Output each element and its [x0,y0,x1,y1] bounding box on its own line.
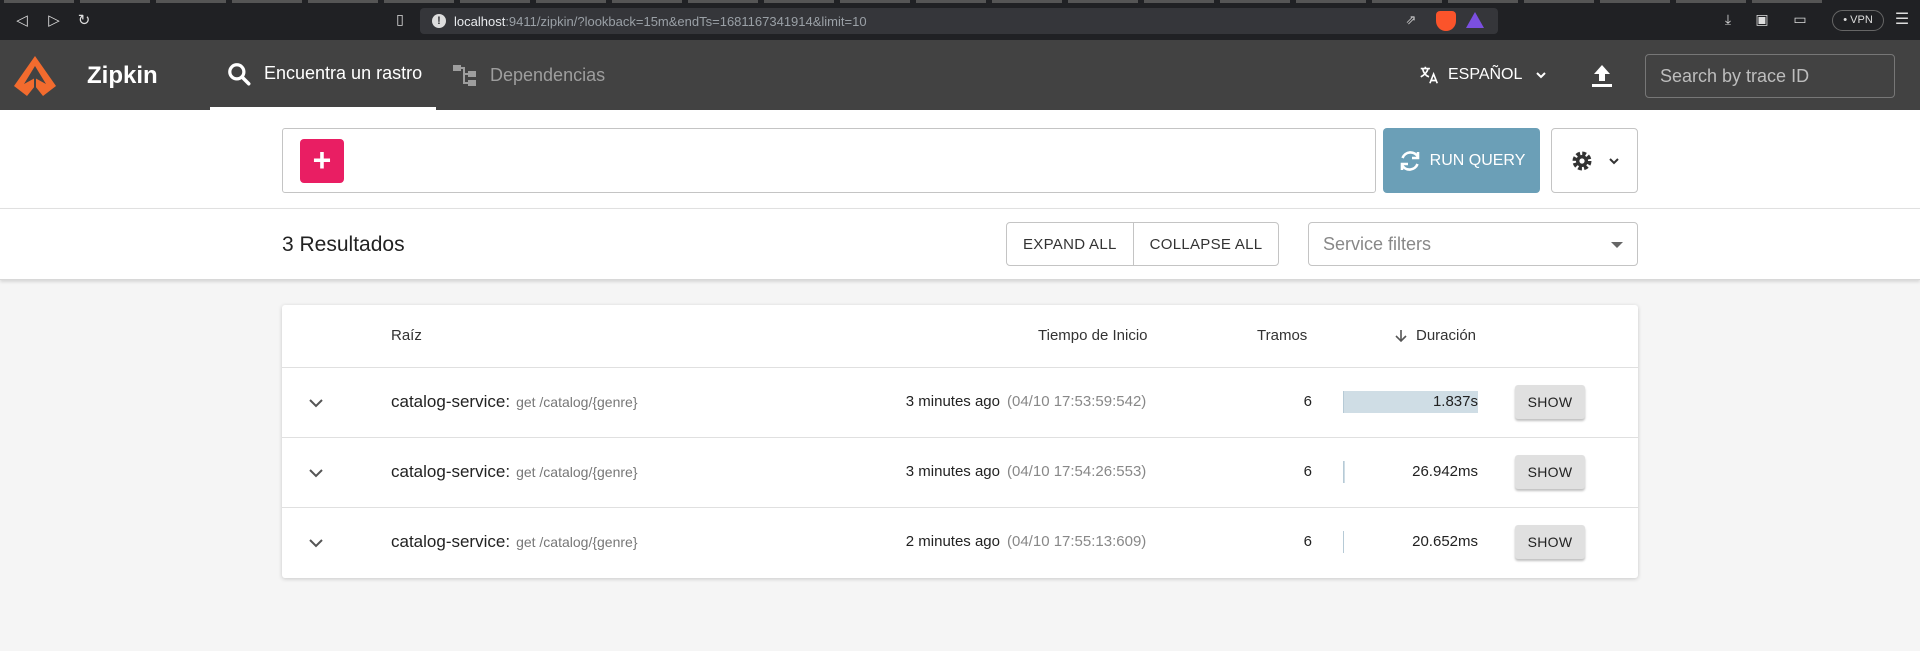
tab-find-trace-label: Encuentra un rastro [264,63,423,83]
share-icon[interactable]: ⇗ [1402,12,1420,30]
table-row[interactable]: catalog-service: get /catalog/{genre} 3 m… [282,437,1638,507]
settings-button[interactable] [1551,128,1638,193]
back-icon[interactable]: ◁ [12,10,32,30]
show-trace-button[interactable]: SHOW [1515,525,1585,559]
column-header-duration[interactable]: Duración [1394,327,1476,344]
tab-dependencies-label: Dependencias [490,64,606,85]
refresh-icon [1400,150,1419,171]
url-text[interactable]: localhost:9411/zipkin/?lookback=15m&endT… [454,14,867,29]
span-count: 6 [1303,463,1312,480]
service-name: catalog-service: [391,392,511,411]
start-time-absolute: (04/10 17:54:26:553) [1007,463,1147,480]
duration-value: 26.942ms [1412,463,1478,480]
table-row[interactable]: catalog-service: get /catalog/{genre} 2 m… [282,507,1638,577]
upload-icon[interactable] [1588,62,1616,90]
browser-menu-icon[interactable]: ☰ [1892,10,1912,30]
brand-name[interactable]: Zipkin [87,62,158,90]
duration-value: 20.652ms [1412,533,1478,550]
results-count: 3 Resultados [282,233,405,256]
search-icon [228,62,251,85]
collapse-all-button[interactable]: COLLAPSE ALL [1132,223,1279,265]
wallet-icon[interactable]: ▭ [1790,10,1810,30]
app-header: Zipkin Encuentra un rastro Dependencias … [0,40,1920,110]
span-name: get /catalog/{genre} [516,394,638,410]
column-header-duration-label: Duración [1416,327,1477,344]
duration-bar [1343,531,1345,553]
span-name: get /catalog/{genre} [516,534,638,550]
site-info-icon[interactable]: ! [432,14,446,28]
service-filters-placeholder: Service filters [1323,234,1432,254]
add-criteria-button[interactable]: + [300,139,344,183]
table-row[interactable]: catalog-service: get /catalog/{genre} 3 m… [282,367,1638,437]
column-header-root[interactable]: Raíz [391,327,422,344]
forward-icon[interactable]: ▷ [44,10,64,30]
traces-table: Raíz Tiempo de Inicio Tramos Duración ca… [282,305,1638,578]
duration-cell: 1.837s [1343,391,1478,413]
tab-dependencies[interactable]: Dependencias [452,40,632,110]
duration-cell: 20.652ms [1343,531,1478,553]
browser-toolbar: ◁ ▷ ↻ ▯ ! localhost:9411/zipkin/?lookbac… [0,0,1920,40]
column-header-spans[interactable]: Tramos [1257,327,1307,344]
duration-bar [1343,461,1346,483]
query-area: + RUN QUERY [0,110,1920,208]
run-query-label: RUN QUERY [1429,151,1526,169]
chevron-down-icon[interactable] [306,463,326,483]
address-bar[interactable]: ! localhost:9411/zipkin/?lookback=15m&en… [420,8,1498,34]
brave-shield-icon[interactable] [1436,11,1456,31]
expand-collapse-group: EXPAND ALL COLLAPSE ALL [1006,222,1280,266]
duration-cell: 26.942ms [1343,461,1478,483]
tab-strip [0,0,1920,3]
chevron-down-icon [1536,72,1547,79]
root-cell: catalog-service: get /catalog/{genre} [391,532,638,552]
translate-icon [1420,66,1439,84]
sort-descending-icon [1395,329,1407,342]
root-cell: catalog-service: get /catalog/{genre} [391,392,638,412]
vpn-button[interactable]: • VPN [1832,10,1884,31]
zipkin-logo-icon[interactable] [12,54,58,98]
download-icon[interactable]: ⤓ [1718,10,1738,30]
start-time-relative: 3 minutes ago [905,393,1000,410]
span-count: 6 [1303,533,1312,550]
gear-icon [1572,151,1591,170]
service-name: catalog-service: [391,462,511,481]
span-name: get /catalog/{genre} [516,464,638,480]
language-label: ESPAÑOL [1448,66,1523,83]
language-selector[interactable]: ESPAÑOL [1418,62,1548,88]
root-cell: catalog-service: get /catalog/{genre} [391,462,638,482]
service-filters-select[interactable]: Service filters [1308,222,1638,266]
span-count: 6 [1303,393,1312,410]
url-host: localhost [454,14,506,29]
show-trace-button[interactable]: SHOW [1515,385,1585,419]
expand-all-button[interactable]: EXPAND ALL [1007,223,1133,265]
chevron-down-icon[interactable] [306,393,326,413]
trace-id-search-input[interactable]: Search by trace ID [1645,54,1895,98]
start-time-relative: 3 minutes ago [905,463,1000,480]
tab-find-trace[interactable]: Encuentra un rastro [210,40,436,110]
reload-icon[interactable]: ↻ [74,10,94,30]
chevron-down-icon[interactable] [306,533,326,553]
dropdown-arrow-icon [1611,242,1623,248]
url-path: :9411/zipkin/?lookback=15m&endTs=1681167… [505,14,867,29]
bookmark-icon[interactable]: ▯ [390,10,410,30]
duration-value: 1.837s [1432,393,1478,410]
search-criteria-box[interactable]: + [282,128,1376,193]
dependencies-icon [453,65,476,86]
brave-rewards-icon[interactable] [1466,12,1484,28]
vpn-label: VPN [1850,14,1873,26]
service-name: catalog-service: [391,532,511,551]
start-time-absolute: (04/10 17:55:13:609) [1007,533,1147,550]
start-time-absolute: (04/10 17:53:59:542) [1007,393,1147,410]
column-header-start-time[interactable]: Tiempo de Inicio [1038,327,1148,344]
show-trace-button[interactable]: SHOW [1515,455,1585,489]
chevron-down-icon [1608,157,1619,164]
start-time-relative: 2 minutes ago [905,533,1000,550]
results-bar: 3 Resultados EXPAND ALL COLLAPSE ALL Ser… [0,208,1920,280]
run-query-button[interactable]: RUN QUERY [1383,128,1540,193]
sidebar-icon[interactable]: ▣ [1752,10,1772,30]
